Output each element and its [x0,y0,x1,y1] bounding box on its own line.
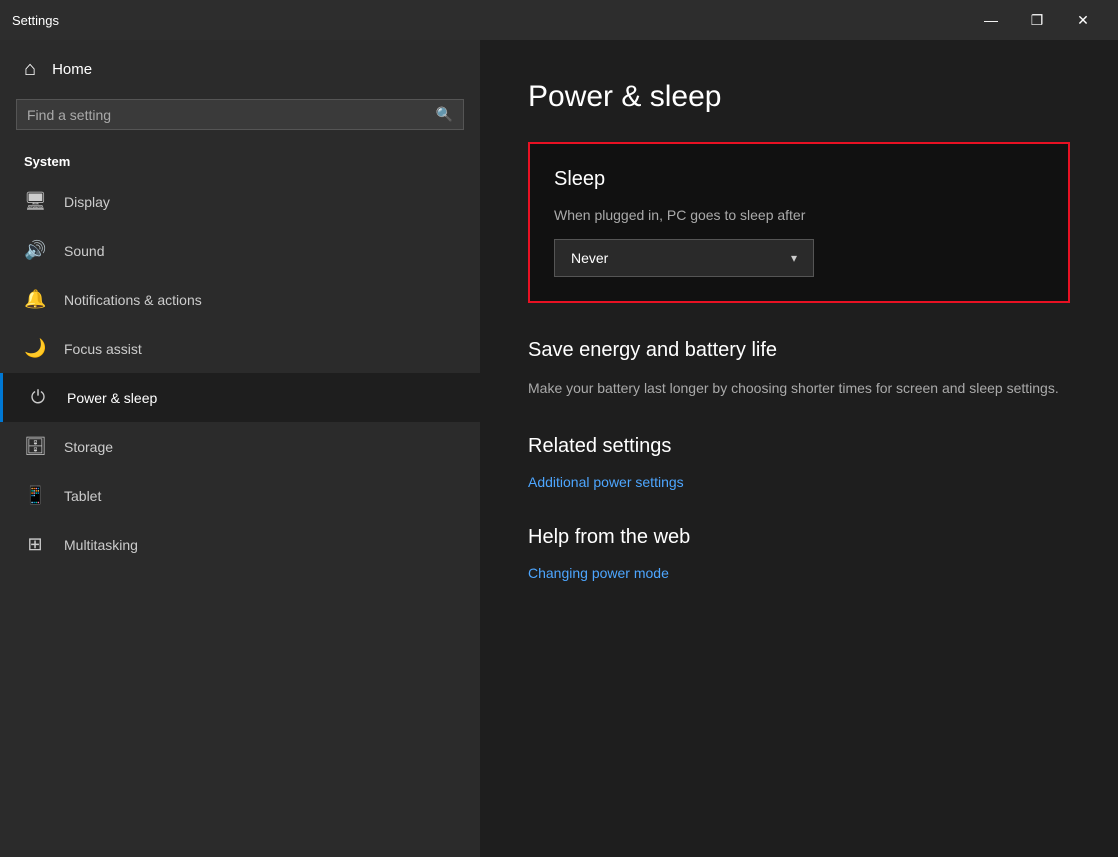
notifications-icon: 🔔 [24,289,46,310]
sleep-section: Sleep When plugged in, PC goes to sleep … [528,142,1070,303]
app-title: Settings [12,13,59,28]
additional-power-settings-link[interactable]: Additional power settings [528,474,1070,490]
storage-icon: 🗄 [24,436,46,457]
multitasking-icon: ⊞ [24,534,46,555]
content-area: Power & sleep Sleep When plugged in, PC … [480,40,1118,857]
sidebar-item-storage[interactable]: 🗄 Storage [0,422,480,471]
save-energy-description: Make your battery last longer by choosin… [528,378,1070,399]
tablet-icon: 📱 [24,485,46,506]
sidebar-item-notifications-label: Notifications & actions [64,292,202,308]
title-bar-controls: — ❐ ✕ [968,0,1106,40]
save-energy-section: Save energy and battery life Make your b… [528,339,1070,399]
sleep-heading: Sleep [554,168,1044,191]
restore-button[interactable]: ❐ [1014,0,1060,40]
power-sleep-icon: ⏻ [27,387,49,408]
search-icon: 🔍 [436,106,453,123]
sidebar: ⌂ Home 🔍 System 🖥 Display 🔊 Sound 🔔 Noti… [0,40,480,857]
sound-icon: 🔊 [24,240,46,261]
search-input-wrapper[interactable]: 🔍 [16,99,464,130]
sidebar-item-home[interactable]: ⌂ Home [0,40,480,99]
focus-assist-icon: 🌙 [24,338,46,359]
sidebar-item-focus-assist-label: Focus assist [64,341,142,357]
search-input[interactable] [27,107,428,123]
sidebar-item-sound[interactable]: 🔊 Sound [0,226,480,275]
save-energy-heading: Save energy and battery life [528,339,1070,362]
sidebar-item-tablet[interactable]: 📱 Tablet [0,471,480,520]
home-icon: ⌂ [24,58,36,81]
related-settings-section: Related settings Additional power settin… [528,435,1070,490]
sidebar-item-tablet-label: Tablet [64,488,101,504]
sleep-description: When plugged in, PC goes to sleep after [554,207,1044,223]
sidebar-item-storage-label: Storage [64,439,113,455]
sidebar-item-power-sleep[interactable]: ⏻ Power & sleep [0,373,480,422]
sleep-dropdown-value: Never [571,250,608,266]
sidebar-item-notifications[interactable]: 🔔 Notifications & actions [0,275,480,324]
page-title: Power & sleep [528,80,1070,114]
sidebar-item-focus-assist[interactable]: 🌙 Focus assist [0,324,480,373]
sleep-dropdown[interactable]: Never ▾ [554,239,814,277]
sidebar-home-label: Home [52,61,92,78]
sidebar-item-multitasking[interactable]: ⊞ Multitasking [0,520,480,569]
related-settings-heading: Related settings [528,435,1070,458]
sidebar-item-power-sleep-label: Power & sleep [67,390,157,406]
close-button[interactable]: ✕ [1060,0,1106,40]
minimize-button[interactable]: — [968,0,1014,40]
changing-power-mode-link[interactable]: Changing power mode [528,565,1070,581]
sidebar-item-multitasking-label: Multitasking [64,537,138,553]
sidebar-item-display-label: Display [64,194,110,210]
chevron-down-icon: ▾ [791,251,797,265]
sidebar-section-label: System [0,146,480,177]
help-section: Help from the web Changing power mode [528,526,1070,581]
sidebar-item-sound-label: Sound [64,243,104,259]
sidebar-search: 🔍 [0,99,480,146]
main-layout: ⌂ Home 🔍 System 🖥 Display 🔊 Sound 🔔 Noti… [0,40,1118,857]
display-icon: 🖥 [24,191,46,212]
title-bar-left: Settings [12,13,59,28]
sidebar-item-display[interactable]: 🖥 Display [0,177,480,226]
title-bar: Settings — ❐ ✕ [0,0,1118,40]
help-heading: Help from the web [528,526,1070,549]
